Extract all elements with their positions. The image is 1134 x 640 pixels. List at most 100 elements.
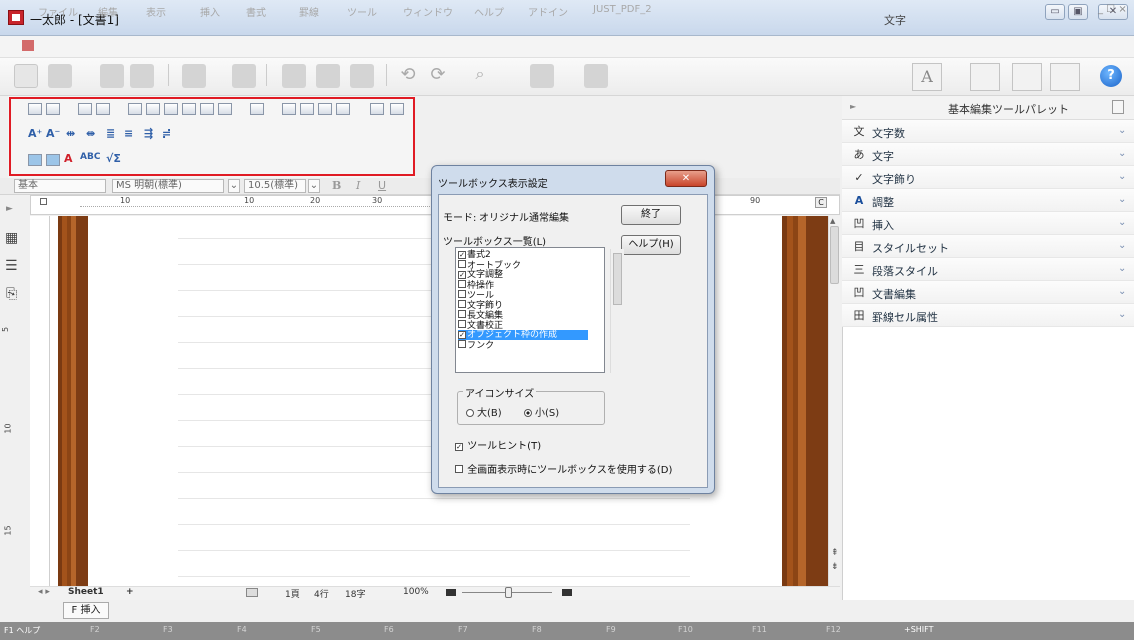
sheet-nav-icon[interactable]: ◂ ▸ [38, 587, 50, 597]
addin-icon[interactable] [530, 64, 554, 88]
fkey-f3[interactable]: F3 [163, 625, 173, 634]
preview-icon[interactable] [232, 64, 256, 88]
fkey-shift[interactable]: +SHIFT [904, 625, 934, 634]
checkbox-checked[interactable]: ✓ [458, 271, 466, 279]
save-icon[interactable] [100, 64, 124, 88]
copy-icon[interactable] [316, 64, 340, 88]
fkey-f1[interactable]: F1 ヘルプ [4, 625, 40, 636]
layout-icon[interactable] [246, 588, 258, 597]
shape-icon[interactable] [1012, 63, 1042, 91]
fkey-f2[interactable]: F2 [90, 625, 100, 634]
palette-item-adjust[interactable]: A 調整 ⌄ [842, 189, 1134, 212]
list-item[interactable]: 長文編集 [458, 310, 588, 321]
grid-view-icon[interactable]: ▦ [5, 230, 18, 246]
list-item[interactable]: 文字飾り [458, 300, 588, 311]
fkey-f6[interactable]: F6 [384, 625, 394, 634]
style-select[interactable]: 基本 [14, 179, 106, 193]
redo-icon[interactable]: ⟳ [426, 64, 450, 88]
print-icon[interactable] [182, 64, 206, 88]
fkey-f9[interactable]: F9 [606, 625, 616, 634]
radio-button-selected[interactable] [524, 409, 532, 417]
insert-mode-button[interactable]: F 挿入 [63, 602, 109, 619]
panel-menu-icon[interactable] [1112, 100, 1124, 114]
list-scrollbar[interactable] [610, 249, 624, 373]
new-document-icon[interactable] [14, 64, 38, 88]
underline-button[interactable]: U [378, 179, 386, 192]
fkey-f10[interactable]: F10 [678, 625, 693, 634]
zoom-icon[interactable]: ⌕ [468, 64, 492, 88]
paste-icon[interactable] [350, 64, 374, 88]
fkey-f7[interactable]: F7 [458, 625, 468, 634]
ruler-corner[interactable]: C [815, 197, 827, 208]
list-item[interactable]: 文書校正 [458, 320, 588, 331]
fkey-f8[interactable]: F8 [532, 625, 542, 634]
list-item[interactable]: ツール [458, 290, 588, 301]
checkbox-checked[interactable]: ✓ [458, 331, 466, 339]
scroll-up-icon[interactable]: ▲ [830, 217, 835, 225]
panel-expand-icon[interactable]: ► [850, 102, 856, 111]
layout-icon[interactable] [1050, 63, 1080, 91]
menu-ruled-line[interactable]: 罫線 [299, 4, 319, 19]
menu-insert[interactable]: 挿入 [200, 4, 220, 19]
palette-item-styleset[interactable]: 目 スタイルセット ⌄ [842, 235, 1134, 258]
checkbox[interactable] [458, 260, 466, 268]
fullscreen-checkbox[interactable]: 全画面表示時にツールボックスを使用する(D) [455, 461, 672, 476]
fkey-f5[interactable]: F5 [311, 625, 321, 634]
fkey-f4[interactable]: F4 [237, 625, 247, 634]
menu-help[interactable]: ヘルプ [474, 4, 504, 19]
list-item[interactable]: 枠操作 [458, 280, 588, 291]
tooltip-checkbox[interactable]: ✓ ツールヒント(T) [455, 437, 541, 452]
list-item[interactable]: ✓ 文字調整 [458, 270, 588, 280]
sheet-tab[interactable]: Sheet1 [68, 587, 104, 597]
font-dropdown-icon[interactable]: ⌄ [228, 179, 240, 193]
fkey-f12[interactable]: F12 [826, 625, 841, 634]
palette-item-char[interactable]: あ 文字 ⌄ [842, 143, 1134, 166]
maximize-button[interactable]: ▣ [1068, 4, 1088, 20]
palette-item-decoration[interactable]: ✓ 文字飾り ⌄ [842, 166, 1134, 189]
close-button[interactable]: 終了 [621, 205, 681, 225]
bold-button[interactable]: B [332, 179, 341, 192]
checkbox[interactable] [458, 300, 466, 308]
checkbox[interactable] [458, 290, 466, 298]
palette-item-ruled-cell[interactable]: 田 罫線セル属性 ⌄ [842, 304, 1134, 327]
list-view-icon[interactable]: ☰ [5, 258, 18, 274]
list-item[interactable]: オートブック [458, 260, 588, 271]
toolbox-list[interactable]: ✓ 書式2 オートブック ✓ 文字調整 枠操作 ツール 文字飾り 長文編集 文書校正… [455, 247, 624, 373]
menu-edit[interactable]: 編集 [98, 4, 118, 19]
help-icon[interactable]: ? [1100, 65, 1122, 87]
checkbox[interactable] [458, 320, 466, 328]
add-sheet-button[interactable]: + [126, 587, 134, 597]
table-icon[interactable] [970, 63, 1000, 91]
menu-file[interactable]: ファイル [38, 4, 78, 19]
zoom-out-icon[interactable] [446, 589, 456, 596]
help-button[interactable]: ヘルプ(H) [621, 235, 681, 255]
cut-icon[interactable] [282, 64, 306, 88]
menu-format[interactable]: 書式 [246, 4, 266, 19]
page-view-icon[interactable]: ⎘ [6, 286, 17, 302]
radio-small[interactable]: 小(S) [524, 404, 559, 419]
ruler-tab-icon[interactable] [40, 198, 47, 205]
font-select[interactable]: MS 明朝(標準) [112, 179, 224, 193]
menu-just-pdf[interactable]: JUST_PDF_2 [593, 4, 652, 15]
undo-icon[interactable]: ⟲ [396, 64, 420, 88]
minimize-button[interactable]: ▭ [1045, 4, 1065, 20]
size-dropdown-icon[interactable]: ⌄ [308, 179, 320, 193]
menu-tools[interactable]: ツール [347, 4, 377, 19]
expand-arrow-icon[interactable]: ► [6, 204, 13, 214]
menu-window[interactable]: ウィンドウ [403, 4, 453, 19]
list-item[interactable]: フンク [458, 340, 588, 351]
checkbox[interactable] [455, 465, 463, 473]
checkbox-checked[interactable]: ✓ [455, 443, 463, 451]
comment-icon[interactable] [584, 64, 608, 88]
checkbox-checked[interactable]: ✓ [458, 251, 466, 259]
page-down-icon[interactable]: ⇟ [831, 562, 839, 572]
palette-item-insert[interactable]: 凹 挿入 ⌄ [842, 212, 1134, 235]
save-as-icon[interactable] [130, 64, 154, 88]
list-item-selected[interactable]: ✓ オブジェクト枠の作成 [458, 330, 588, 340]
menu-view[interactable]: 表示 [146, 4, 166, 19]
radio-large[interactable]: 大(B) [466, 404, 502, 419]
list-scroll-thumb[interactable] [613, 253, 622, 305]
menu-addin[interactable]: アドイン [528, 4, 568, 19]
page-up-icon[interactable]: ⇞ [831, 548, 839, 558]
zoom-slider-thumb[interactable] [505, 587, 512, 598]
